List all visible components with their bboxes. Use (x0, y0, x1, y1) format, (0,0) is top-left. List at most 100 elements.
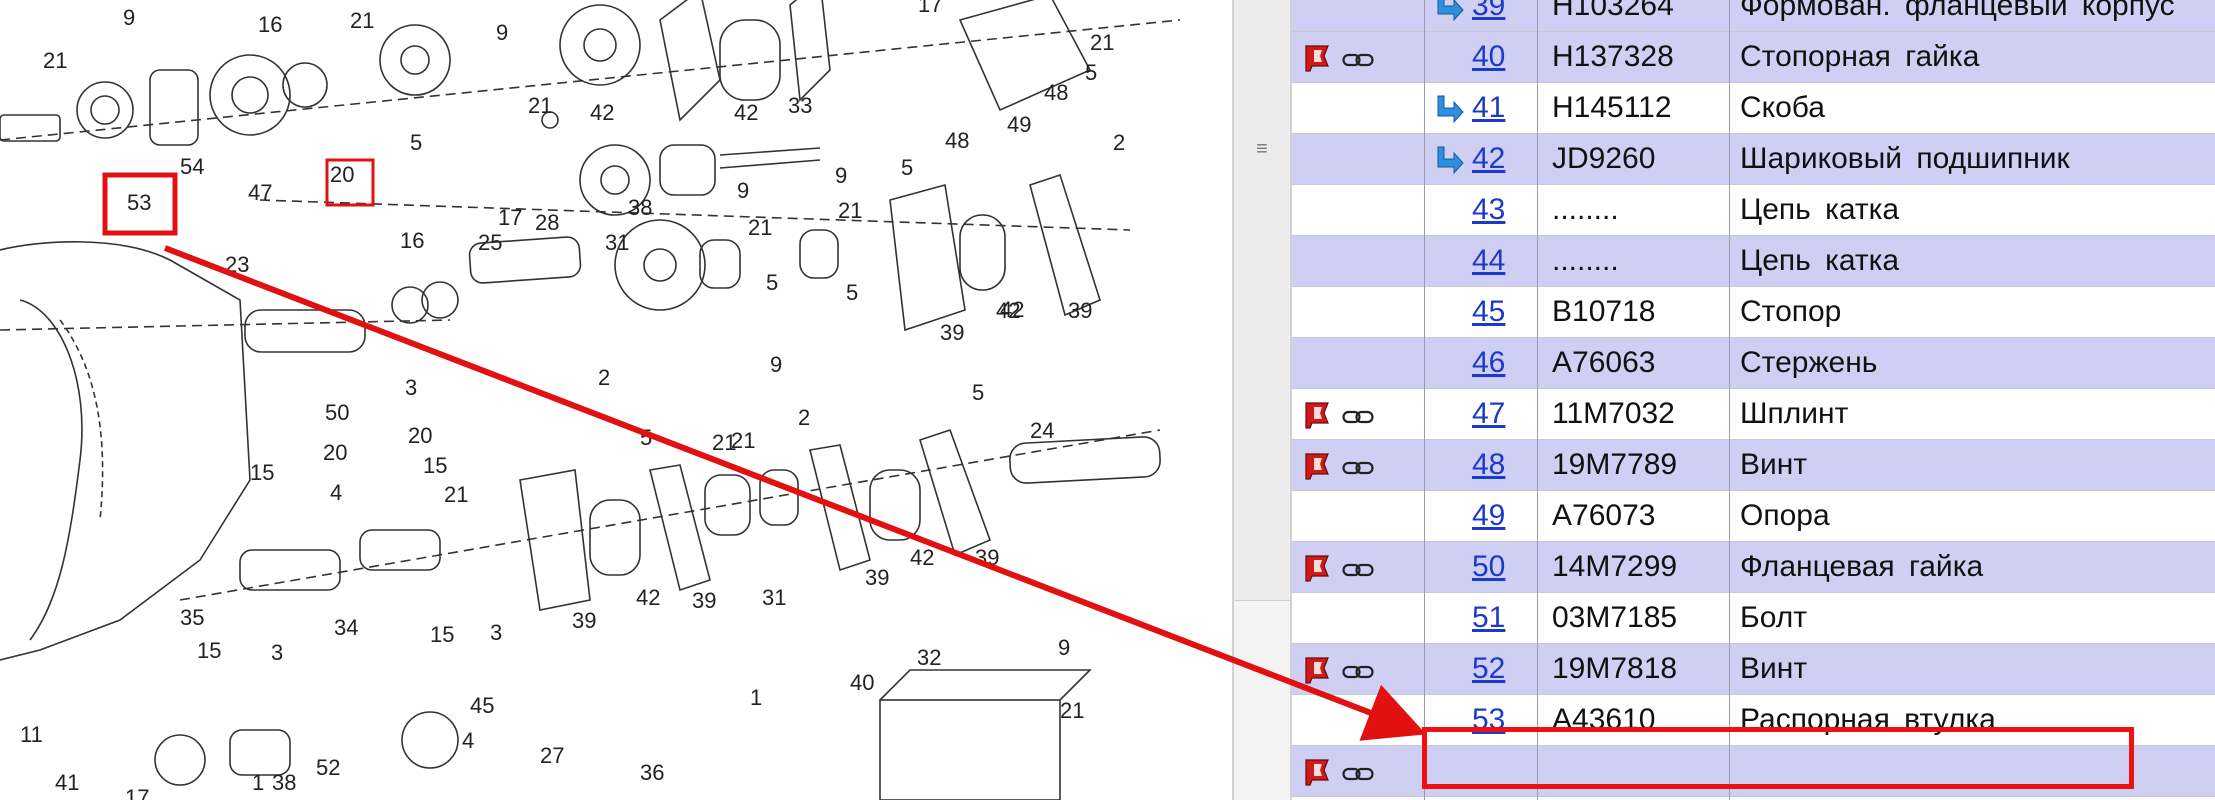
indent-arrow-icon[interactable] (1432, 0, 1464, 22)
part-number-link[interactable]: 43 (1472, 193, 1532, 227)
exploded-parts-diagram[interactable]: 9 16 21 9 21 42 33 17 48 49 48 21 54 5 2… (0, 0, 1232, 800)
callout-49[interactable]: 49 (1007, 112, 1031, 137)
part-number-link[interactable]: 51 (1472, 601, 1532, 635)
parts-table-row[interactable]: 51 03M7185 Болт (1292, 593, 2215, 644)
link-chain-icon[interactable] (1342, 562, 1374, 578)
callout-17[interactable]: 17 (125, 785, 149, 800)
callout-21[interactable]: 21 (731, 428, 755, 453)
callout-42[interactable]: 42 (636, 585, 660, 610)
callout-47[interactable]: 47 (248, 180, 272, 205)
link-chain-icon[interactable] (1342, 664, 1374, 680)
flag-icon[interactable] (1302, 758, 1332, 786)
parts-table-row[interactable]: 50 14M7299 Фланцевая гайка (1292, 542, 2215, 593)
callout-3[interactable]: 3 (405, 375, 417, 400)
callout-42[interactable]: 42 (910, 545, 934, 570)
parts-table-row[interactable]: 52 19M7818 Винт (1292, 644, 2215, 695)
flag-icon[interactable] (1302, 452, 1332, 480)
callout-33[interactable]: 33 (788, 93, 812, 118)
callout-5[interactable]: 5 (640, 425, 652, 450)
callout-52[interactable]: 52 (316, 755, 340, 780)
callout-42[interactable]: 42 (996, 298, 1020, 323)
callout-23[interactable]: 23 (225, 252, 249, 277)
callout-38[interactable]: 38 (272, 770, 296, 795)
callout-9[interactable]: 9 (1058, 635, 1070, 660)
part-number-link[interactable]: 46 (1472, 346, 1532, 380)
callout-5[interactable]: 5 (846, 280, 858, 305)
callout-32[interactable]: 32 (917, 645, 941, 670)
callout-39[interactable]: 39 (975, 545, 999, 570)
flag-icon[interactable] (1302, 44, 1332, 72)
callout-27[interactable]: 27 (540, 743, 564, 768)
callout-2[interactable]: 2 (798, 405, 810, 430)
callout-48[interactable]: 48 (945, 128, 969, 153)
callout-39[interactable]: 39 (865, 565, 889, 590)
parts-table-row[interactable]: 43........ Цепь катка (1292, 185, 2215, 236)
callout-31[interactable]: 31 (762, 585, 786, 610)
part-number-link[interactable]: 47 (1472, 397, 1532, 431)
callout-2[interactable]: 2 (1113, 130, 1125, 155)
callout-35[interactable]: 35 (180, 605, 204, 630)
callout-21[interactable]: 21 (838, 198, 862, 223)
callout-21[interactable]: 21 (1090, 30, 1114, 55)
part-number-link[interactable]: 40 (1472, 40, 1532, 74)
part-number-link[interactable]: 41 (1472, 91, 1532, 125)
parts-table-row[interactable]: 48 19M7789 Винт (1292, 440, 2215, 491)
callout-9[interactable]: 9 (496, 20, 508, 45)
callout-16[interactable]: 16 (258, 12, 282, 37)
callout-9[interactable]: 9 (737, 178, 749, 203)
callout-9[interactable]: 9 (123, 5, 135, 30)
callout-40[interactable]: 40 (850, 670, 874, 695)
indent-arrow-icon[interactable] (1432, 94, 1464, 124)
part-number-link[interactable]: 48 (1472, 448, 1532, 482)
parts-table-row[interactable]: 42 JD9260 Шариковый подшипник (1292, 134, 2215, 185)
callout-5[interactable]: 5 (972, 380, 984, 405)
callout-39[interactable]: 39 (940, 320, 964, 345)
callout-25[interactable]: 25 (478, 230, 502, 255)
callout-21[interactable]: 21 (350, 8, 374, 33)
callout-53[interactable]: 53 (127, 190, 151, 215)
callout-11[interactable]: 11 (20, 722, 43, 747)
link-chain-icon[interactable] (1342, 409, 1374, 425)
callout-28[interactable]: 28 (535, 210, 559, 235)
callout-21[interactable]: 21 (1060, 698, 1084, 723)
callout-31[interactable]: 31 (605, 230, 629, 255)
parts-table-row[interactable]: 46 A76063 Стержень (1292, 338, 2215, 389)
parts-table-row[interactable]: 39 H103264 Формован. фланцевый корпус (1292, 0, 2215, 32)
part-number-link[interactable]: 39 (1472, 0, 1532, 23)
callout-4[interactable]: 4 (462, 728, 474, 753)
link-chain-icon[interactable] (1342, 766, 1374, 782)
link-chain-icon[interactable] (1342, 460, 1374, 476)
callout-24[interactable]: 24 (1030, 418, 1054, 443)
callout-5[interactable]: 5 (901, 155, 913, 180)
part-number-link[interactable]: 50 (1472, 550, 1532, 584)
parts-table-row[interactable]: 45 B10718 Стопор (1292, 287, 2215, 338)
callout-3[interactable]: 3 (271, 640, 283, 665)
callout-1[interactable]: 1 (750, 685, 762, 710)
part-number-link[interactable]: 42 (1472, 142, 1532, 176)
callout-20[interactable]: 20 (408, 423, 432, 448)
callout-41[interactable]: 41 (55, 770, 79, 795)
callout-5[interactable]: 5 (410, 130, 422, 155)
parts-table-row[interactable]: 47 11M7032 Шплинт (1292, 389, 2215, 440)
part-number-link[interactable]: 52 (1472, 652, 1532, 686)
callout-45[interactable]: 45 (470, 693, 494, 718)
callout-50[interactable]: 50 (325, 400, 349, 425)
callout-21[interactable]: 21 (43, 48, 67, 73)
part-number-link[interactable]: 49 (1472, 499, 1532, 533)
callout-39[interactable]: 39 (692, 588, 716, 613)
callout-54[interactable]: 54 (180, 154, 204, 179)
callout-15[interactable]: 15 (430, 622, 454, 647)
callout-1[interactable]: 1 (252, 770, 264, 795)
link-chain-icon[interactable] (1342, 52, 1374, 68)
callout-36[interactable]: 36 (640, 760, 664, 785)
flag-icon[interactable] (1302, 656, 1332, 684)
callout-39[interactable]: 39 (572, 608, 596, 633)
callout-3[interactable]: 3 (490, 620, 502, 645)
callout-21[interactable]: 21 (528, 93, 552, 118)
callout-39[interactable]: 39 (1068, 298, 1092, 323)
callout-20[interactable]: 20 (323, 440, 347, 465)
parts-table-row[interactable]: 40 H137328 Стопорная гайка (1292, 32, 2215, 83)
callout-17[interactable]: 17 (918, 0, 942, 17)
part-number-link[interactable]: 45 (1472, 295, 1532, 329)
parts-table-row[interactable]: 49 A76073 Опора (1292, 491, 2215, 542)
